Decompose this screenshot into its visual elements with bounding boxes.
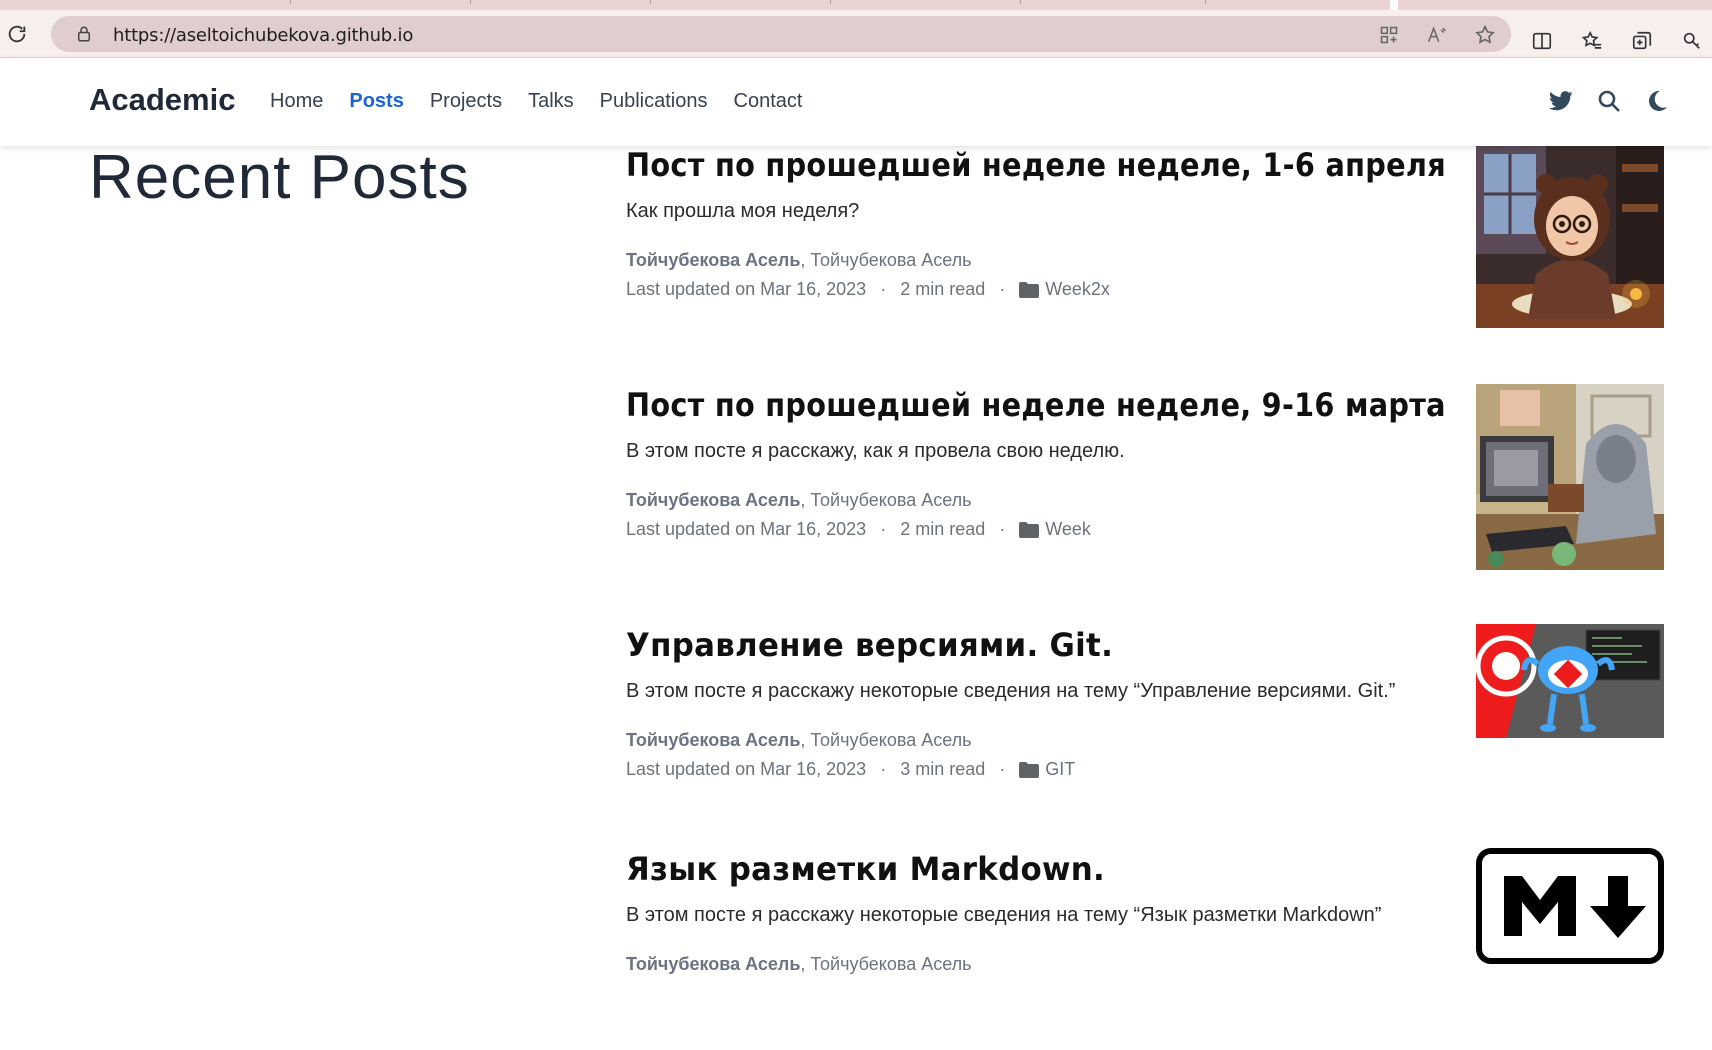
site-navbar: Academic Home Posts Projects Talks Publi… bbox=[0, 58, 1712, 146]
markdown-logo bbox=[1476, 848, 1664, 964]
nav-link-contact[interactable]: Contact bbox=[734, 90, 803, 113]
post-item: Язык разметки Markdown. В этом посте я р… bbox=[626, 848, 1666, 1050]
post-thumbnail[interactable] bbox=[1476, 144, 1664, 328]
author-link[interactable]: Тойчубекова Асель bbox=[805, 250, 971, 270]
tab-divider bbox=[650, 0, 651, 4]
post-read-time: 2 min read bbox=[900, 279, 986, 299]
site-brand[interactable]: Academic bbox=[89, 82, 235, 118]
post-authors: Тойчубекова Асель, Тойчубекова Асель bbox=[626, 730, 972, 751]
tab-divider bbox=[830, 0, 831, 4]
url-text[interactable]: https://aseltoichubekova.github.io bbox=[113, 25, 413, 46]
browser-tab[interactable] bbox=[1390, 0, 1398, 10]
post-category[interactable]: Week2x bbox=[1045, 279, 1110, 300]
author-link[interactable]: Тойчубекова Асель bbox=[626, 490, 800, 510]
post-title[interactable]: Язык разметки Markdown. bbox=[626, 850, 1446, 888]
post-read-time: 2 min read bbox=[900, 519, 986, 539]
app-available-icon[interactable] bbox=[1377, 23, 1401, 47]
girl-with-glasses-illustration bbox=[1476, 144, 1664, 328]
post-thumbnail[interactable] bbox=[1476, 624, 1664, 738]
post-summary: В этом посте я расскажу некоторые сведен… bbox=[626, 904, 1382, 926]
browser-toolbar: https://aseltoichubekova.github.io bbox=[0, 10, 1712, 58]
search-icon[interactable] bbox=[1596, 88, 1622, 114]
post-thumbnail[interactable] bbox=[1476, 848, 1664, 964]
read-aloud-icon[interactable] bbox=[1425, 23, 1449, 47]
browser-tab-strip bbox=[0, 0, 1712, 10]
tab-divider bbox=[1020, 0, 1021, 4]
nav-link-talks[interactable]: Talks bbox=[528, 90, 574, 113]
post-title[interactable]: Пост по прошедшей неделе неделе, 1-6 апр… bbox=[626, 146, 1446, 184]
meta-separator: · bbox=[999, 519, 1006, 539]
extensions-icon[interactable] bbox=[1680, 29, 1704, 53]
post-updated: Last updated on Mar 16, 2023 bbox=[626, 759, 867, 779]
post-read-time: 3 min read bbox=[900, 759, 986, 779]
tab-divider bbox=[290, 0, 291, 4]
author-link[interactable]: Тойчубекова Асель bbox=[805, 954, 971, 974]
meta-separator: · bbox=[880, 519, 887, 539]
nav-link-publications[interactable]: Publications bbox=[600, 90, 708, 113]
post-summary: Как прошла моя неделя? bbox=[626, 200, 860, 222]
git-octocat-illustration bbox=[1476, 624, 1664, 738]
moon-icon[interactable] bbox=[1644, 88, 1670, 114]
post-thumbnail[interactable] bbox=[1476, 384, 1664, 570]
split-screen-icon[interactable] bbox=[1530, 29, 1554, 53]
post-authors: Тойчубекова Асель, Тойчубекова Асель bbox=[626, 490, 972, 511]
post-title[interactable]: Управление версиями. Git. bbox=[626, 626, 1446, 664]
meta-separator: · bbox=[999, 279, 1006, 299]
post-updated: Last updated on Mar 16, 2023 bbox=[626, 279, 867, 299]
tab-divider bbox=[470, 0, 471, 4]
tab-divider bbox=[1205, 0, 1206, 4]
address-bar[interactable]: https://aseltoichubekova.github.io bbox=[51, 16, 1511, 52]
post-item: Пост по прошедшей неделе неделе, 9-16 ма… bbox=[626, 384, 1666, 586]
post-item: Пост по прошедшей неделе неделе, 1-6 апр… bbox=[626, 144, 1666, 346]
nav-menu: Home Posts Projects Talks Publications C… bbox=[270, 90, 802, 113]
author-link[interactable]: Тойчубекова Асель bbox=[805, 490, 971, 510]
nav-link-home[interactable]: Home bbox=[270, 90, 323, 113]
meta-separator: · bbox=[999, 759, 1006, 779]
nav-link-projects[interactable]: Projects bbox=[430, 90, 502, 113]
author-link[interactable]: Тойчубекова Асель bbox=[626, 730, 800, 750]
favorite-star-icon[interactable] bbox=[1473, 23, 1497, 47]
post-authors: Тойчубекова Асель, Тойчубекова Асель bbox=[626, 954, 972, 975]
post-category[interactable]: GIT bbox=[1045, 759, 1075, 780]
post-meta: Last updated on Mar 16, 2023 · 3 min rea… bbox=[626, 759, 1075, 780]
lock-icon[interactable] bbox=[75, 25, 93, 43]
author-link[interactable]: Тойчубекова Асель bbox=[805, 730, 971, 750]
post-item: Управление версиями. Git. В этом посте я… bbox=[626, 624, 1666, 826]
twitter-icon[interactable] bbox=[1548, 88, 1574, 114]
meta-separator: · bbox=[880, 279, 887, 299]
folder-icon bbox=[1019, 761, 1040, 778]
favorites-icon[interactable] bbox=[1580, 29, 1604, 53]
post-category[interactable]: Week bbox=[1045, 519, 1091, 540]
collections-icon[interactable] bbox=[1630, 29, 1654, 53]
post-authors: Тойчубекова Асель, Тойчубекова Асель bbox=[626, 250, 972, 271]
author-link[interactable]: Тойчубекова Асель bbox=[626, 954, 800, 974]
post-meta: Last updated on Mar 16, 2023 · 2 min rea… bbox=[626, 279, 1110, 300]
post-meta: Last updated on Mar 16, 2023 · 2 min rea… bbox=[626, 519, 1091, 540]
post-updated: Last updated on Mar 16, 2023 bbox=[626, 519, 867, 539]
post-summary: В этом посте я расскажу, как я провела с… bbox=[626, 440, 1125, 462]
nav-link-posts[interactable]: Posts bbox=[349, 90, 403, 113]
author-link[interactable]: Тойчубекова Асель bbox=[626, 250, 800, 270]
meta-separator: · bbox=[880, 759, 887, 779]
folder-icon bbox=[1019, 281, 1040, 298]
person-at-computer-illustration bbox=[1476, 384, 1664, 570]
post-summary: В этом посте я расскажу некоторые сведен… bbox=[626, 680, 1396, 702]
page-title: Recent Posts bbox=[89, 143, 470, 212]
reload-icon[interactable] bbox=[4, 21, 30, 47]
post-title[interactable]: Пост по прошедшей неделе неделе, 9-16 ма… bbox=[626, 386, 1446, 424]
folder-icon bbox=[1019, 521, 1040, 538]
